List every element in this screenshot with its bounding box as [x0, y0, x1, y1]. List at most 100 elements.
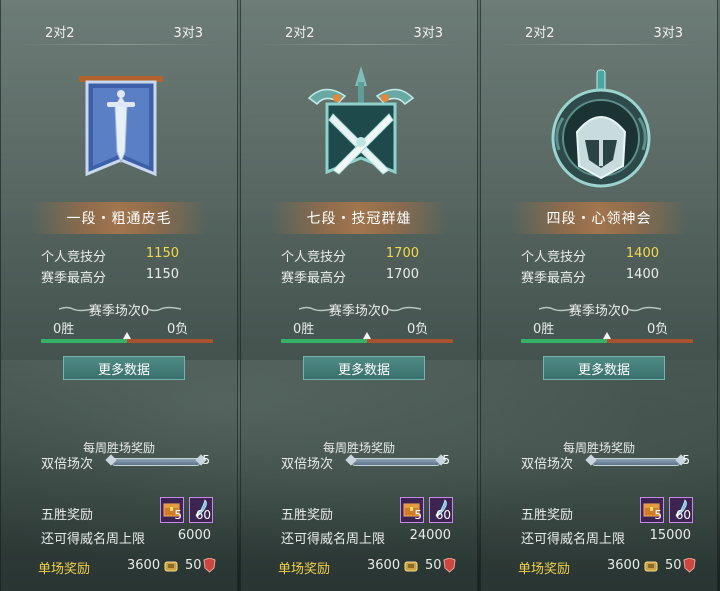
quill-count: 60 — [195, 508, 211, 522]
personal-score-row: 个人竞技分 1150 — [41, 246, 197, 265]
win-loss-bar — [41, 332, 213, 343]
single-shields: 50 — [185, 558, 202, 573]
season-matches: 赛季场次0 — [88, 304, 150, 319]
win-fill — [41, 339, 127, 343]
shield-icon — [203, 558, 216, 573]
chest-icon[interactable]: 5 — [400, 497, 424, 523]
personal-score-label: 个人竞技分 — [281, 250, 347, 265]
season-high-value: 1700 — [385, 267, 419, 282]
helmet-crest-icon — [551, 69, 651, 188]
coin-icon — [644, 561, 658, 572]
losses-count: 0负 — [647, 322, 669, 337]
double-track — [112, 458, 200, 466]
quill-count: 60 — [675, 508, 691, 522]
rank-title: 一段・粗通皮毛 — [31, 202, 207, 234]
tab-2v2[interactable]: 2对2 — [285, 22, 315, 41]
season-high-value: 1150 — [145, 267, 179, 282]
single-coins: 3600 — [127, 558, 161, 573]
tab-divider — [17, 44, 221, 45]
chest-count: 5 — [174, 508, 182, 522]
tab-3v3[interactable]: 3对3 — [653, 22, 683, 41]
weekly-limit-label: 还可得威名周上限 — [41, 532, 146, 547]
wins-count: 0胜 — [293, 322, 315, 337]
ornament-right-icon — [627, 306, 661, 312]
season-matches: 赛季场次0 — [568, 304, 630, 319]
five-win-label: 五胜奖励 — [521, 508, 574, 523]
season-high-label: 赛季最高分 — [281, 271, 347, 286]
shield-icon — [683, 558, 696, 573]
rank-title: 七段・技冠群雄 — [271, 202, 447, 234]
personal-score-label: 个人竞技分 — [521, 250, 587, 265]
chest-count: 5 — [654, 508, 662, 522]
personal-score-row: 个人竞技分 1400 — [521, 246, 677, 265]
coin-icon — [404, 561, 418, 572]
tab-3v3[interactable]: 3对3 — [173, 22, 203, 41]
weekly-limit-value: 15000 — [649, 528, 691, 543]
ratio-marker-icon — [603, 332, 611, 339]
double-count: 5 — [442, 453, 450, 467]
single-reward-label: 单场奖励 — [38, 562, 91, 577]
double-track — [352, 458, 440, 466]
double-progress: 5 — [345, 453, 450, 467]
season-high-label: 赛季最高分 — [521, 271, 587, 286]
double-label: 双倍场次 — [521, 457, 574, 472]
tab-divider — [257, 44, 461, 45]
season-high-row: 赛季最高分 1700 — [281, 267, 437, 286]
ratio-marker-icon — [123, 332, 131, 339]
chest-icon[interactable]: 5 — [160, 497, 184, 523]
ratio-marker-icon — [363, 332, 371, 339]
double-progress: 5 — [585, 453, 690, 467]
wins-count: 0胜 — [533, 322, 555, 337]
losses-count: 0负 — [167, 322, 189, 337]
coin-icon — [164, 561, 178, 572]
season-high-label: 赛季最高分 — [41, 271, 107, 286]
double-label: 双倍场次 — [281, 457, 334, 472]
quill-icon[interactable]: 60 — [189, 497, 213, 523]
single-reward-label: 单场奖励 — [518, 562, 571, 577]
single-coins: 3600 — [367, 558, 401, 573]
more-data-button[interactable]: 更多数据 — [63, 356, 185, 380]
ornament-right-icon — [387, 306, 421, 312]
single-reward-label: 单场奖励 — [278, 562, 331, 577]
rank-panel-3: 2对2 3对3 四段・心领神会 个人竞技分 1400 赛季最高分 1400 赛季… — [480, 0, 718, 591]
chest-icon[interactable]: 5 — [640, 497, 664, 523]
single-shields: 50 — [425, 558, 442, 573]
banner-sword-icon — [79, 76, 163, 177]
quill-count: 60 — [435, 508, 451, 522]
rank-title: 四段・心领神会 — [511, 202, 687, 234]
season-high-row: 赛季最高分 1400 — [521, 267, 677, 286]
weekly-limit-value: 24000 — [409, 528, 451, 543]
double-count: 5 — [202, 453, 210, 467]
crossed-swords-crest-icon — [307, 66, 415, 175]
five-win-label: 五胜奖励 — [41, 508, 94, 523]
tab-2v2[interactable]: 2对2 — [525, 22, 555, 41]
season-high-value: 1400 — [625, 267, 659, 282]
weekly-limit-label: 还可得威名周上限 — [521, 532, 626, 547]
double-track — [592, 458, 680, 466]
chest-count: 5 — [414, 508, 422, 522]
personal-score-row: 个人竞技分 1700 — [281, 246, 437, 265]
more-data-button[interactable]: 更多数据 — [543, 356, 665, 380]
win-fill — [521, 339, 607, 343]
rank-panel-1: 2对2 3对3 一段・粗通皮毛 个人竞技分 1150 赛季最高分 1150 赛季… — [0, 0, 238, 591]
quill-icon[interactable]: 60 — [429, 497, 453, 523]
tab-3v3[interactable]: 3对3 — [413, 22, 443, 41]
wins-count: 0胜 — [53, 322, 75, 337]
weekly-limit-label: 还可得威名周上限 — [281, 532, 386, 547]
double-count: 5 — [682, 453, 690, 467]
personal-score-value: 1700 — [385, 246, 419, 261]
tab-divider — [497, 44, 701, 45]
win-loss-bar — [521, 332, 693, 343]
single-shields: 50 — [665, 558, 682, 573]
five-win-label: 五胜奖励 — [281, 508, 334, 523]
losses-count: 0负 — [407, 322, 429, 337]
shield-icon — [443, 558, 456, 573]
personal-score-label: 个人竞技分 — [41, 250, 107, 265]
personal-score-value: 1150 — [145, 246, 179, 261]
double-progress: 5 — [105, 453, 210, 467]
more-data-button[interactable]: 更多数据 — [303, 356, 425, 380]
double-label: 双倍场次 — [41, 457, 94, 472]
tab-2v2[interactable]: 2对2 — [45, 22, 75, 41]
quill-icon[interactable]: 60 — [669, 497, 693, 523]
weekly-limit-value: 6000 — [177, 528, 211, 543]
